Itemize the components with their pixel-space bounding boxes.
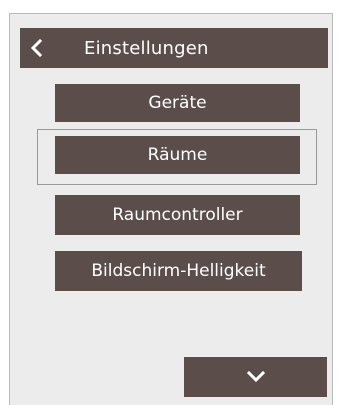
menu-item-raeume[interactable]: Räume [55,136,300,174]
menu-item-geraete[interactable]: Geräte [55,84,300,122]
scroll-down-button[interactable] [184,357,327,397]
menu-item-raumcontroller[interactable]: Raumcontroller [55,195,300,235]
chevron-left-icon[interactable] [20,28,54,68]
settings-title: Einstellungen [84,37,209,59]
settings-header[interactable]: Einstellungen [20,28,328,68]
chevron-down-icon [246,368,265,387]
menu-item-bildschirm-helligkeit[interactable]: Bildschirm-Helligkeit [55,251,302,291]
